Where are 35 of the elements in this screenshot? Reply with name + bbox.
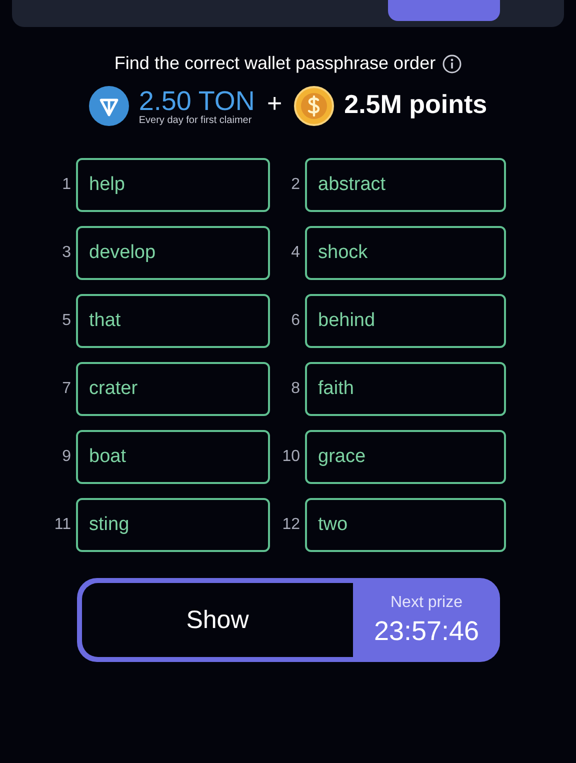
dollar-coin-icon [294, 86, 334, 126]
word-slot[interactable]: behind [305, 294, 506, 348]
word-slot[interactable]: grace [305, 430, 506, 484]
word-number: 4 [290, 244, 300, 262]
word-number: 10 [281, 448, 300, 466]
word-slot[interactable]: sting [76, 498, 270, 552]
word-number: 9 [61, 448, 71, 466]
plus-sign: + [266, 88, 282, 118]
word-number: 2 [290, 176, 300, 194]
word-number: 7 [61, 380, 71, 398]
diamond-coin-icon [88, 86, 129, 126]
word-number: 5 [61, 312, 71, 330]
word-number: 12 [281, 516, 300, 534]
word-slot[interactable]: crater [76, 362, 270, 416]
next-prize-label: Next prize [390, 594, 463, 612]
word-slot[interactable]: two [305, 498, 506, 552]
show-button[interactable]: Show [82, 583, 353, 657]
ton-amount: 2.50 TON [138, 86, 255, 114]
word-slot[interactable]: abstract [305, 158, 506, 212]
word-slot[interactable]: help [76, 158, 270, 212]
info-icon[interactable] [442, 54, 462, 74]
instruction-text: Find the correct wallet passphrase order [114, 53, 436, 74]
word-number: 8 [290, 380, 300, 398]
word-number: 6 [290, 312, 300, 330]
countdown-timer: 23:57:46 [374, 616, 480, 646]
word-slot[interactable]: boat [76, 430, 270, 484]
word-number: 11 [53, 516, 71, 534]
word-slot[interactable]: shock [305, 226, 506, 280]
word-number: 3 [61, 244, 71, 262]
word-slot[interactable]: faith [305, 362, 506, 416]
word-number: 1 [61, 176, 71, 194]
word-slot[interactable]: develop [76, 226, 270, 280]
points-amount: 2.5M points [344, 88, 488, 120]
reward-note: Every day for first claimer [138, 114, 253, 126]
word-slot[interactable]: that [76, 294, 270, 348]
